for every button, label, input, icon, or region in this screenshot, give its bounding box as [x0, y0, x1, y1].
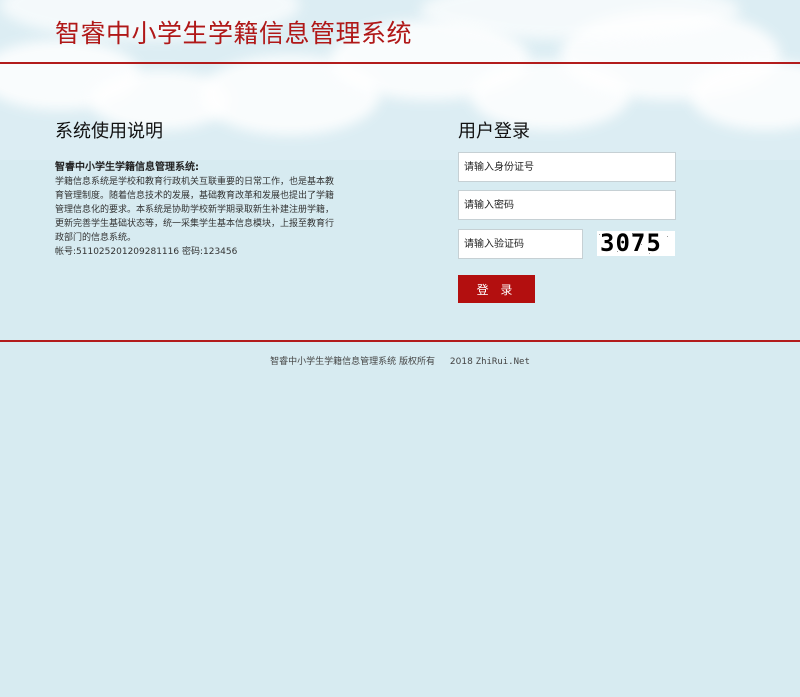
instructions-intro-title: 智睿中小学生学籍信息管理系统:	[55, 162, 199, 173]
footer-copyright: 智睿中小学生学籍信息管理系统 版权所有	[270, 357, 436, 367]
site-title: 智睿中小学生学籍信息管理系统	[55, 19, 413, 48]
instructions-panel: 系统使用说明 智睿中小学生学籍信息管理系统: 学籍信息系统是学校和教育行政机关互…	[55, 117, 335, 259]
captcha-code: 3075	[600, 231, 662, 256]
instructions-intro-body: 学籍信息系统是学校和教育行政机关互联重要的日常工作，也是基本教育管理制度。随着信…	[55, 177, 335, 243]
instructions-heading: 系统使用说明	[55, 121, 163, 142]
login-heading: 用户登录	[458, 121, 530, 142]
footer-divider	[0, 340, 800, 342]
login-panel: 用户登录 3075 登 录	[458, 117, 678, 303]
id-number-input[interactable]	[458, 152, 676, 182]
captcha-image[interactable]: 3075	[597, 231, 675, 256]
demo-account-line: 帐号:511025201209281116 密码:123456	[55, 247, 238, 257]
footer-year: 2018	[449, 357, 473, 367]
footer: 智睿中小学生学籍信息管理系统 版权所有 2018 ZhiRui.Net	[0, 354, 800, 367]
login-button[interactable]: 登 录	[458, 275, 535, 303]
captcha-input[interactable]	[458, 229, 583, 259]
password-input[interactable]	[458, 190, 676, 220]
footer-domain: ZhiRui.Net	[475, 357, 530, 367]
site-header: 智睿中小学生学籍信息管理系统	[0, 0, 800, 64]
